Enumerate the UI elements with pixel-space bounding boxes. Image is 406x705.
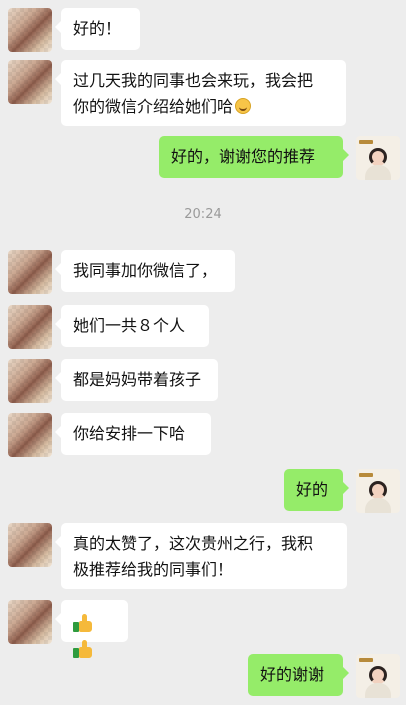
- incoming-message[interactable]: 好的！: [55, 8, 140, 50]
- message-text: 好的谢谢: [260, 665, 325, 684]
- message-text: 我同事加你微信了，: [73, 261, 218, 280]
- smile-emoji-icon: [235, 98, 252, 114]
- outgoing-message[interactable]: 好的谢谢: [248, 654, 349, 696]
- contact-avatar[interactable]: [8, 600, 52, 644]
- my-avatar[interactable]: [356, 654, 400, 698]
- my-avatar[interactable]: [356, 136, 400, 180]
- thumbs-up-emoji-icon: [73, 612, 93, 632]
- incoming-message[interactable]: 你给安排一下哈: [55, 413, 211, 455]
- contact-avatar[interactable]: [8, 523, 52, 567]
- incoming-message[interactable]: 我同事加你微信了，: [55, 250, 235, 292]
- message-text: 好的，谢谢您的推荐: [171, 147, 316, 166]
- message-text-line: 你的微信介绍给她们哈: [73, 97, 234, 116]
- incoming-message[interactable]: 她们一共８个人: [55, 305, 209, 347]
- incoming-message[interactable]: 真的太赞了，这次贵州之行，我积 极推荐给我的同事们！: [55, 523, 347, 589]
- message-text: 好的: [296, 480, 329, 499]
- message-text: 都是妈妈带着孩子: [73, 370, 202, 389]
- message-text-line: 极推荐给我的同事们！: [73, 560, 234, 579]
- message-text: 你给安排一下哈: [73, 424, 186, 443]
- contact-avatar[interactable]: [8, 8, 52, 52]
- my-avatar[interactable]: [356, 469, 400, 513]
- message-text: 她们一共８个人: [73, 316, 186, 335]
- contact-avatar[interactable]: [8, 60, 52, 104]
- contact-avatar[interactable]: [8, 305, 52, 349]
- thumbs-up-emoji-icon: [73, 638, 93, 658]
- contact-avatar[interactable]: [8, 359, 52, 403]
- message-timestamp: 20:24: [184, 207, 222, 222]
- message-text: 好的！: [73, 19, 122, 38]
- message-text-line: 过几天我的同事也会来玩，我会把: [73, 71, 314, 90]
- outgoing-message[interactable]: 好的，谢谢您的推荐: [159, 136, 349, 178]
- message-text-line: 真的太赞了，这次贵州之行，我积: [73, 534, 314, 553]
- incoming-message[interactable]: [55, 600, 128, 658]
- incoming-message[interactable]: 过几天我的同事也会来玩，我会把 你的微信介绍给她们哈: [55, 60, 346, 126]
- contact-avatar[interactable]: [8, 250, 52, 294]
- incoming-message[interactable]: 都是妈妈带着孩子: [55, 359, 218, 401]
- contact-avatar[interactable]: [8, 413, 52, 457]
- outgoing-message[interactable]: 好的: [284, 469, 349, 511]
